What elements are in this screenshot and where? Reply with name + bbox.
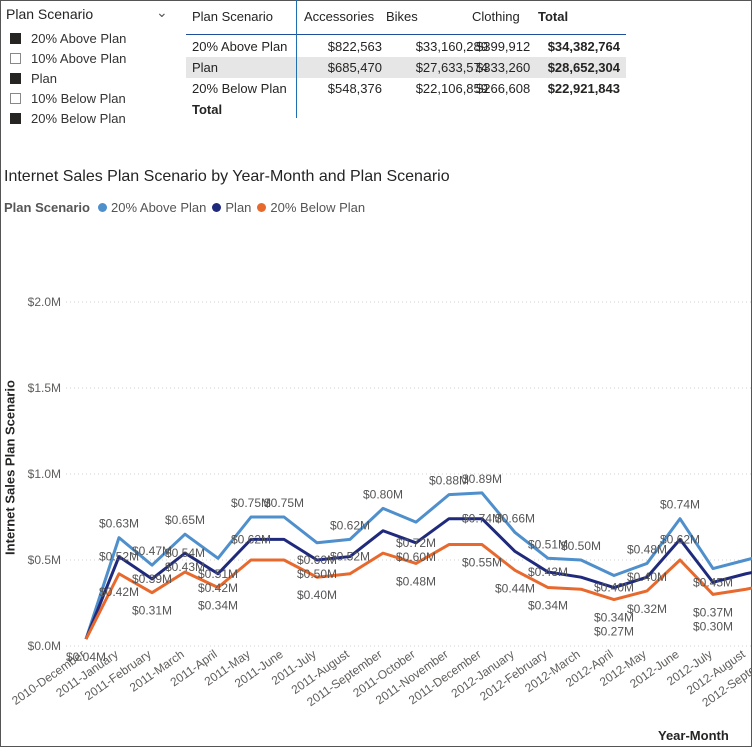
data-label: $0.32M [627, 602, 667, 616]
data-label: $0.27M [594, 625, 634, 639]
data-label: $0.43M [528, 565, 568, 579]
data-label: $0.55M [462, 556, 502, 570]
y-tick-label: $0.0M [28, 639, 61, 653]
data-label: $0.48M [396, 574, 436, 588]
data-label: $0.80M [363, 487, 403, 501]
data-label: $0.62M [330, 518, 370, 532]
data-label: $0.50M [561, 539, 601, 553]
data-label: $0.42M [198, 581, 238, 595]
data-label: $0.04M [66, 650, 106, 664]
y-axis-title: Internet Sales Plan Scenario [2, 380, 18, 555]
data-label: $0.66M [495, 511, 535, 525]
data-label: $0.63M [99, 517, 139, 531]
data-label: $0.75M [264, 496, 304, 510]
data-label: $0.34M [198, 599, 238, 613]
y-tick-label: $2.0M [28, 295, 61, 309]
y-tick-label: $1.0M [28, 467, 61, 481]
data-label: $0.34M [528, 599, 568, 613]
data-label: $0.65M [165, 513, 205, 527]
data-label: $0.45M [693, 575, 733, 589]
data-label: $0.51M [198, 567, 238, 581]
line-chart[interactable]: $0.0M$0.5M$1.0M$1.5M$2.0M2010-December20… [0, 0, 752, 747]
data-label: $0.37M [693, 605, 733, 619]
data-label: $0.54M [165, 546, 205, 560]
y-tick-label: $1.5M [28, 381, 61, 395]
data-label: $0.40M [627, 570, 667, 584]
data-label: $0.60M [396, 550, 436, 564]
data-label: $0.42M [99, 585, 139, 599]
data-label: $0.44M [495, 581, 535, 595]
data-label: $0.89M [462, 472, 502, 486]
x-axis-title: Year-Month [658, 728, 729, 743]
data-label: $0.52M [330, 550, 370, 564]
data-label: $0.74M [660, 498, 700, 512]
data-label: $0.31M [132, 604, 172, 618]
data-label: $0.62M [231, 532, 271, 546]
data-label: $0.50M [297, 567, 337, 581]
data-label: $0.30M [693, 619, 733, 633]
y-tick-label: $0.5M [28, 553, 61, 567]
data-label: $0.62M [660, 532, 700, 546]
data-label: $0.72M [396, 536, 436, 550]
data-label: $0.40M [297, 588, 337, 602]
